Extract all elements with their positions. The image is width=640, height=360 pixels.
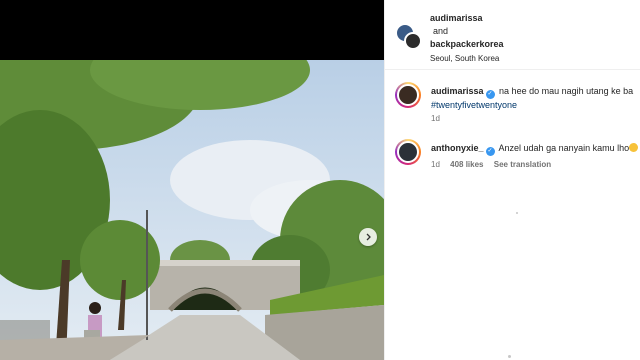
hashtag-link[interactable]: #twentyfivetwentyone [431, 99, 640, 111]
comment-item: anthonyxie_ ✓ Anzel udah ga nanyain kamu … [385, 139, 640, 185]
verified-badge-icon: ✓ [485, 147, 495, 156]
post-photo [0, 60, 384, 360]
collaborator-username[interactable]: audimarissa [430, 12, 504, 25]
comment-text: anthonyxie_ ✓ Anzel udah ga nanyain kamu … [431, 142, 640, 156]
comment-time[interactable]: 1d [431, 160, 440, 169]
next-photo-button[interactable] [359, 228, 377, 246]
comment-time[interactable]: 1d [431, 114, 440, 123]
collaborators: audimarissa and backpackerkorea Seoul, S… [430, 12, 504, 65]
comment-body: na hee do mau nagih utang ke ba [499, 86, 634, 96]
comment-username[interactable]: audimarissa [431, 86, 484, 96]
divider-dot [508, 355, 511, 358]
comment-body: Anzel udah ga nanyain kamu lho [498, 143, 630, 153]
comment-meta: 1d [431, 114, 448, 123]
post-header: audimarissa and backpackerkorea Seoul, S… [385, 0, 640, 70]
comment-likes[interactable]: 408 likes [450, 160, 483, 169]
avatar[interactable] [395, 139, 421, 165]
post-media [0, 0, 384, 360]
avatar[interactable] [404, 32, 422, 50]
caption-text: audimarissa ✓ na hee do mau nagih utang k… [431, 85, 640, 111]
comment-meta: 1d 408 likes See translation [431, 160, 559, 169]
collaborator-username[interactable]: backpackerkorea [430, 38, 504, 51]
avatar[interactable] [395, 82, 421, 108]
collab-avatars[interactable] [396, 24, 422, 50]
chevron-right-icon [366, 233, 371, 241]
media-letterbox [0, 0, 384, 60]
emoji-icon [629, 143, 639, 152]
divider-dot [516, 212, 518, 214]
location-link[interactable]: Seoul, South Korea [430, 52, 504, 65]
verified-badge-icon: ✓ [485, 90, 495, 99]
comment-username[interactable]: anthonyxie_ [431, 143, 484, 153]
caption: audimarissa ✓ na hee do mau nagih utang k… [385, 82, 640, 128]
see-translation-link[interactable]: See translation [494, 160, 551, 169]
post-side-panel: audimarissa and backpackerkorea Seoul, S… [384, 0, 640, 360]
collab-and-text: and [433, 26, 449, 36]
